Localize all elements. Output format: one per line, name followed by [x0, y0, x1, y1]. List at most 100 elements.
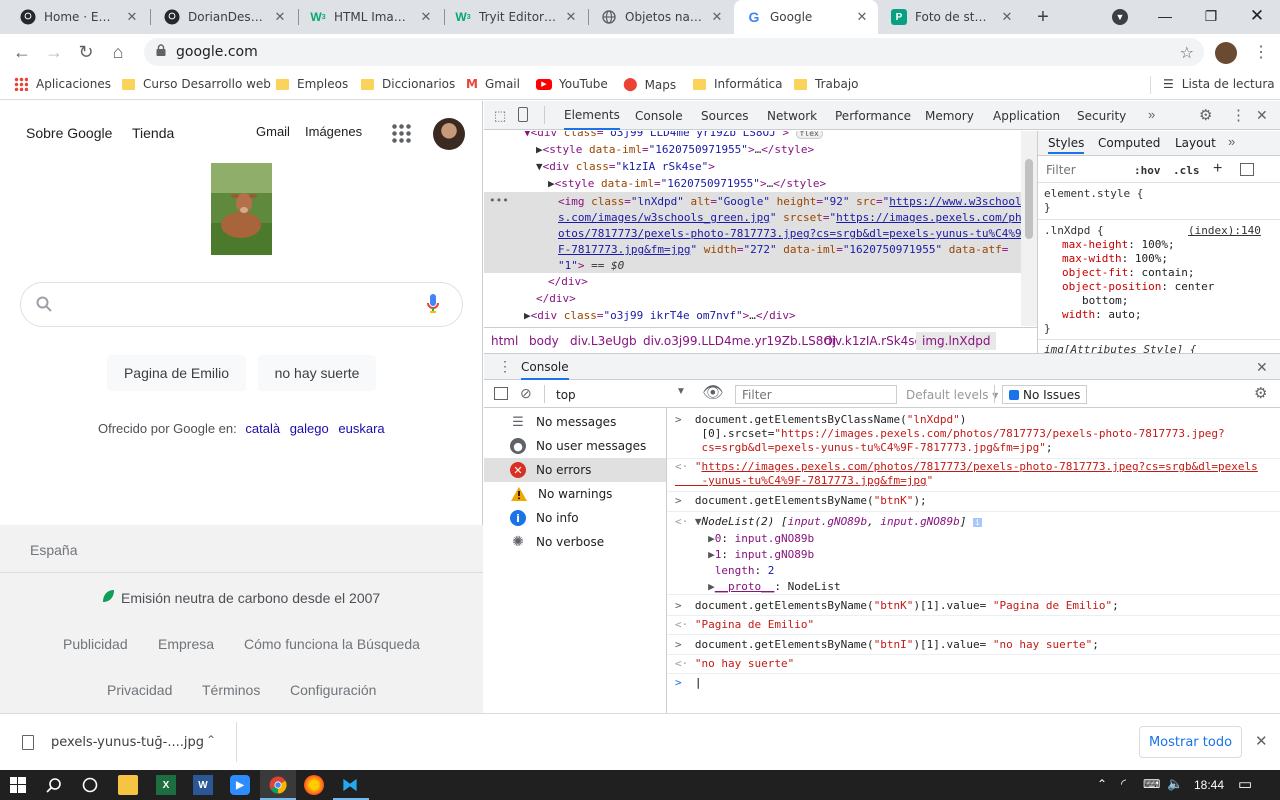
- tab-html-images[interactable]: W3 HTML Images ✕: [298, 0, 442, 34]
- drawer-menu-icon[interactable]: ⋮: [498, 358, 512, 375]
- chevron-up-icon[interactable]: ⌃: [1097, 777, 1107, 791]
- default-levels-dropdown[interactable]: Default levels ▾: [906, 388, 998, 402]
- carbon-neutral-link[interactable]: Emisión neutra de carbono desde el 2007: [102, 589, 380, 606]
- console-nodelist-entry[interactable]: <· ▼NodeList(2) [input.gNO89b, input.gNO…: [675, 514, 982, 595]
- tab-tryit-editor[interactable]: W3 Tryit Editor v3.6 ✕: [443, 0, 587, 34]
- bookmark-youtube[interactable]: ▶ YouTube: [536, 77, 608, 91]
- tab-performance[interactable]: Performance: [835, 101, 911, 130]
- chrome-menu-icon[interactable]: ⋮: [1253, 42, 1269, 62]
- footer-como-funciona-link[interactable]: Cómo funciona la Búsqueda: [244, 636, 420, 652]
- tab-security[interactable]: Security: [1077, 101, 1126, 130]
- issues-button[interactable]: No Issues: [1002, 385, 1088, 404]
- apps-grid-icon[interactable]: [391, 123, 411, 143]
- tab-search-icon[interactable]: ▼: [1112, 9, 1128, 25]
- tab-doriandesings[interactable]: DorianDesings/ ✕: [152, 0, 296, 34]
- home-button[interactable]: ⌂: [104, 38, 132, 66]
- clock-time[interactable]: 18:44: [1194, 778, 1224, 792]
- styles-filter-input[interactable]: Filter: [1046, 163, 1076, 177]
- hov-toggle[interactable]: :hov: [1134, 164, 1161, 177]
- excel-icon[interactable]: X: [156, 775, 176, 795]
- console-sidebar-toggle-icon[interactable]: [494, 387, 508, 400]
- reading-list-button[interactable]: ☰ Lista de lectura: [1163, 77, 1275, 91]
- firefox-icon[interactable]: [304, 775, 324, 795]
- clear-console-icon[interactable]: ⊘: [520, 385, 532, 402]
- tab-foto-de-stock[interactable]: P Foto de stock g ✕: [879, 0, 1023, 34]
- download-item[interactable]: pexels-yunus-tuğ-....jpg ⌃: [0, 714, 236, 770]
- bookmark-trabajo[interactable]: Trabajo: [794, 77, 859, 91]
- eye-icon[interactable]: 👁: [702, 383, 724, 403]
- dom-node-img[interactable]: <img class="lnXdpd" alt="Google" height=…: [558, 194, 1021, 274]
- cls-toggle[interactable]: .cls: [1173, 164, 1200, 177]
- close-drawer-icon[interactable]: ✕: [1256, 359, 1268, 376]
- bookmark-diccionarios[interactable]: Diccionarios: [361, 77, 455, 91]
- tab-memory[interactable]: Memory: [925, 101, 974, 130]
- microphone-icon[interactable]: [427, 294, 439, 317]
- crumb-div-l3eugb[interactable]: div.L3eUgb: [570, 334, 637, 348]
- about-google-link[interactable]: Sobre Google: [26, 125, 112, 141]
- sidebar-item-verbose[interactable]: ✺ No verbose: [484, 530, 666, 554]
- close-icon[interactable]: ✕: [999, 9, 1015, 25]
- drawer-tab-console[interactable]: Console: [521, 360, 569, 380]
- zoom-icon[interactable]: ▶: [230, 775, 250, 795]
- toggle-sidebar-icon[interactable]: [1240, 163, 1254, 176]
- sidebar-item-errors[interactable]: ✕ No errors: [484, 458, 666, 482]
- word-icon[interactable]: W: [193, 775, 213, 795]
- gmail-link[interactable]: Gmail: [256, 124, 290, 139]
- footer-privacidad-link[interactable]: Privacidad: [107, 682, 172, 698]
- cortana-icon[interactable]: [80, 775, 100, 795]
- dom-node[interactable]: ▶<div class="o3j99 ikrT4e om7nvf">…</div…: [524, 309, 796, 322]
- avatar[interactable]: [433, 118, 465, 150]
- close-icon[interactable]: ✕: [563, 9, 579, 25]
- context-selector[interactable]: top: [556, 388, 576, 402]
- network-icon[interactable]: ◜: [1121, 776, 1126, 792]
- device-toolbar-icon[interactable]: [518, 107, 528, 122]
- file-explorer-icon[interactable]: [118, 775, 138, 795]
- sidebar-item-user-messages[interactable]: ● No user messages: [484, 434, 666, 458]
- more-panes-icon[interactable]: »: [1228, 134, 1235, 149]
- notifications-icon[interactable]: ▭: [1238, 775, 1252, 793]
- footer-configuracion-link[interactable]: Configuración: [290, 682, 376, 698]
- close-icon[interactable]: ✕: [272, 9, 288, 25]
- footer-empresa-link[interactable]: Empresa: [158, 636, 214, 652]
- tab-network[interactable]: Network: [767, 101, 817, 130]
- sidebar-item-warnings[interactable]: No warnings: [484, 482, 666, 506]
- console-settings-icon[interactable]: ⚙: [1254, 384, 1267, 402]
- crumb-div-o3j99[interactable]: div.o3j99.LLD4me.yr19Zb.LS8OJ: [643, 334, 836, 348]
- close-icon[interactable]: ✕: [124, 9, 140, 25]
- bookmark-aplicaciones[interactable]: Aplicaciones: [14, 77, 111, 91]
- crumb-body[interactable]: body: [529, 334, 559, 348]
- vscode-icon[interactable]: ⧓: [340, 775, 360, 795]
- context-dropdown-icon[interactable]: ▼: [676, 386, 686, 397]
- dom-node[interactable]: ▼<div class="k1zIA rSk4se">: [536, 160, 715, 173]
- pagina-de-emilio-button[interactable]: Pagina de Emilio: [107, 355, 246, 391]
- new-tab-button[interactable]: +: [1032, 6, 1054, 28]
- tab-google[interactable]: G Google ✕: [734, 0, 878, 34]
- dom-node[interactable]: ▶<style data-iml="1620750971955">…</styl…: [548, 177, 826, 190]
- lang-catala-link[interactable]: català: [245, 421, 280, 436]
- devtools-menu-icon[interactable]: ⋮: [1231, 106, 1246, 124]
- bookmark-gmail[interactable]: M Gmail: [466, 77, 520, 91]
- window-close-button[interactable]: ✕: [1234, 0, 1280, 32]
- crumb-div-k1zia[interactable]: div.k1zIA.rSk4se: [824, 334, 922, 348]
- reload-button[interactable]: ↻: [72, 38, 100, 66]
- footer-terminos-link[interactable]: Términos: [202, 682, 260, 698]
- tab-home-emilio[interactable]: Home · Emilio ✕: [8, 0, 148, 34]
- volume-icon[interactable]: 🔈: [1167, 776, 1183, 792]
- search-box[interactable]: [20, 282, 463, 327]
- close-download-bar-icon[interactable]: ✕: [1255, 732, 1268, 750]
- bookmark-star-icon[interactable]: ☆: [1180, 43, 1194, 62]
- more-tabs-icon[interactable]: »: [1148, 107, 1155, 122]
- dom-node[interactable]: </div>: [548, 275, 588, 288]
- rule-source-link[interactable]: (index):140: [1188, 224, 1261, 237]
- console-prompt[interactable]: > |: [675, 676, 702, 689]
- show-all-button[interactable]: Mostrar todo: [1139, 726, 1242, 758]
- crumb-html[interactable]: html: [491, 334, 518, 348]
- tab-sources[interactable]: Sources: [701, 101, 748, 130]
- tab-application[interactable]: Application: [993, 101, 1060, 130]
- console-filter-input[interactable]: Filter: [735, 385, 897, 404]
- bookmark-empleos[interactable]: Empleos: [276, 77, 348, 91]
- sidebar-item-messages[interactable]: ☰ No messages: [484, 410, 666, 434]
- tab-objetos-nativos[interactable]: Objetos nativo ✕: [589, 0, 733, 34]
- keyboard-language-icon[interactable]: ⌨: [1143, 777, 1160, 791]
- windows-start-icon[interactable]: [8, 775, 28, 795]
